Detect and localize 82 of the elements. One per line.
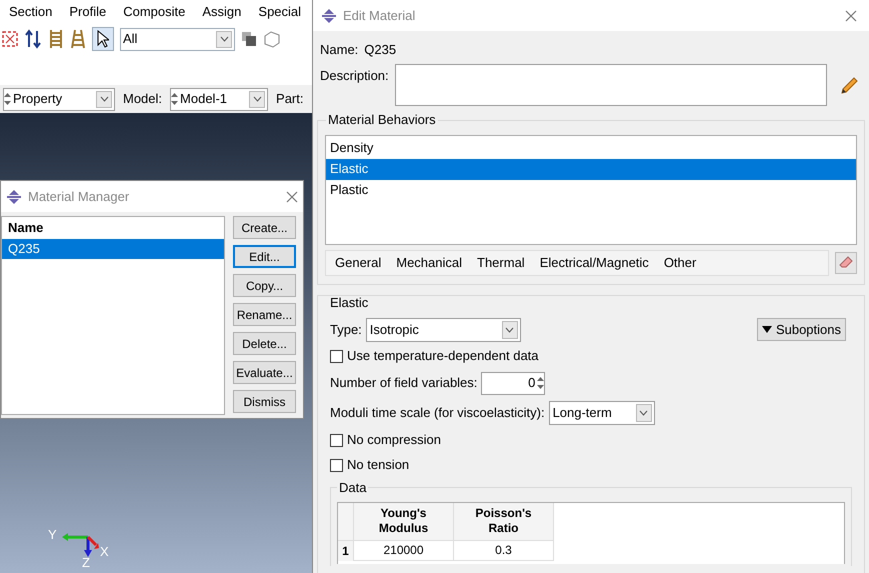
menu-item[interactable]: Assign	[202, 2, 242, 22]
app-logo-icon	[6, 190, 22, 204]
checkbox-label: Use temperature-dependent data	[347, 347, 539, 366]
layers-icon[interactable]	[241, 31, 257, 47]
dropdown-button[interactable]	[96, 90, 112, 108]
column-header: Young's Modulus	[354, 502, 454, 540]
dialog-button[interactable]: Edit...	[233, 245, 296, 268]
checkbox-label: No compression	[347, 431, 441, 450]
triangle-down-icon	[762, 326, 772, 333]
eraser-button[interactable]	[835, 252, 857, 274]
menu-item[interactable]: Profile	[69, 2, 106, 22]
suboptions-button[interactable]: Suboptions	[756, 318, 846, 341]
app-logo-icon	[321, 8, 337, 22]
dialog-button[interactable]: Dismiss	[233, 390, 296, 413]
cursor-icon	[97, 30, 109, 48]
time-scale-dropdown[interactable]: Long-term	[548, 400, 655, 424]
checkbox[interactable]	[330, 458, 343, 472]
ladder-icon[interactable]	[70, 29, 86, 49]
swap-arrows-icon[interactable]	[24, 29, 42, 49]
menu-item[interactable]: Section	[9, 2, 52, 22]
checkbox[interactable]	[330, 434, 343, 446]
type-dropdown[interactable]: Isotropic	[366, 318, 521, 342]
column-header: Name	[7, 219, 44, 238]
chevron-down-icon	[220, 36, 228, 42]
module-dropdown[interactable]: Property	[3, 88, 115, 110]
category-menu[interactable]: Thermal	[477, 252, 525, 272]
dropdown-button[interactable]	[216, 30, 232, 48]
dropdown-button[interactable]	[249, 90, 266, 108]
dialog-button[interactable]: Evaluate...	[233, 361, 296, 384]
checkbox[interactable]	[330, 350, 343, 362]
close-icon[interactable]	[845, 10, 857, 22]
model-dropdown[interactable]: Model-1	[170, 88, 268, 110]
dialog-button[interactable]: Copy...	[233, 274, 296, 297]
dropdown-button[interactable]	[502, 320, 518, 338]
chevron-down-icon	[639, 410, 648, 416]
description-label: Description:	[320, 66, 389, 85]
ladder-icon[interactable]	[48, 29, 64, 49]
pencil-icon[interactable]	[838, 76, 859, 96]
dialog-title: Material Manager	[28, 188, 130, 206]
spin-arrows-icon[interactable]	[171, 91, 178, 107]
chevron-down-icon	[100, 96, 108, 102]
chevron-down-icon	[505, 326, 514, 332]
category-menu[interactable]: Electrical/Magnetic	[540, 252, 649, 272]
chevron-down-icon	[252, 96, 262, 102]
dropdown-button[interactable]	[636, 404, 652, 422]
part-label: Part:	[276, 90, 304, 108]
type-label: Type:	[330, 320, 362, 339]
behavior-item[interactable]: Elastic	[326, 158, 856, 180]
table-cell[interactable]: 0.3	[454, 540, 554, 560]
row-number: 1	[338, 540, 354, 560]
material-name: Q235	[364, 41, 396, 59]
spin-arrows-icon[interactable]	[537, 375, 544, 391]
behavior-item[interactable]: Plastic	[326, 180, 856, 200]
material-row[interactable]: Q235	[2, 239, 224, 259]
spinner-field[interactable]: 0	[481, 372, 546, 394]
axis-triad-drawing: Y X Z	[44, 523, 116, 567]
select-tool-button[interactable]	[92, 27, 114, 51]
close-icon[interactable]	[286, 190, 298, 202]
fit-view-icon[interactable]	[2, 30, 18, 48]
group-title: Material Behaviors	[326, 112, 438, 128]
dialog-button[interactable]: Delete...	[233, 332, 296, 355]
model-label: Model:	[123, 90, 162, 108]
field-label: Moduli time scale (for viscoelasticity):	[330, 404, 545, 422]
dialog-button[interactable]: Rename...	[233, 303, 296, 326]
spin-arrows-icon[interactable]	[4, 91, 11, 107]
column-header: Poisson's Ratio	[454, 502, 554, 540]
behavior-item[interactable]: Density	[326, 138, 856, 158]
eraser-icon	[839, 256, 853, 270]
checkbox-label: No tension	[347, 456, 410, 474]
name-label: Name:	[320, 41, 358, 59]
table-cell[interactable]: 210000	[354, 540, 454, 560]
group-title: Elastic	[330, 294, 368, 310]
field-label: Number of field variables:	[330, 374, 478, 392]
description-field[interactable]	[394, 64, 827, 106]
menu-item[interactable]: Composite	[123, 2, 186, 22]
dialog-title: Edit Material	[343, 6, 416, 25]
menu-item[interactable]: Special	[258, 2, 302, 22]
category-menu[interactable]: Mechanical	[396, 252, 462, 272]
selection-filter-dropdown[interactable]: All	[120, 28, 235, 50]
dialog-button[interactable]: Create...	[233, 216, 296, 239]
category-menu[interactable]: General	[335, 252, 382, 272]
category-menu[interactable]: Other	[664, 252, 696, 272]
